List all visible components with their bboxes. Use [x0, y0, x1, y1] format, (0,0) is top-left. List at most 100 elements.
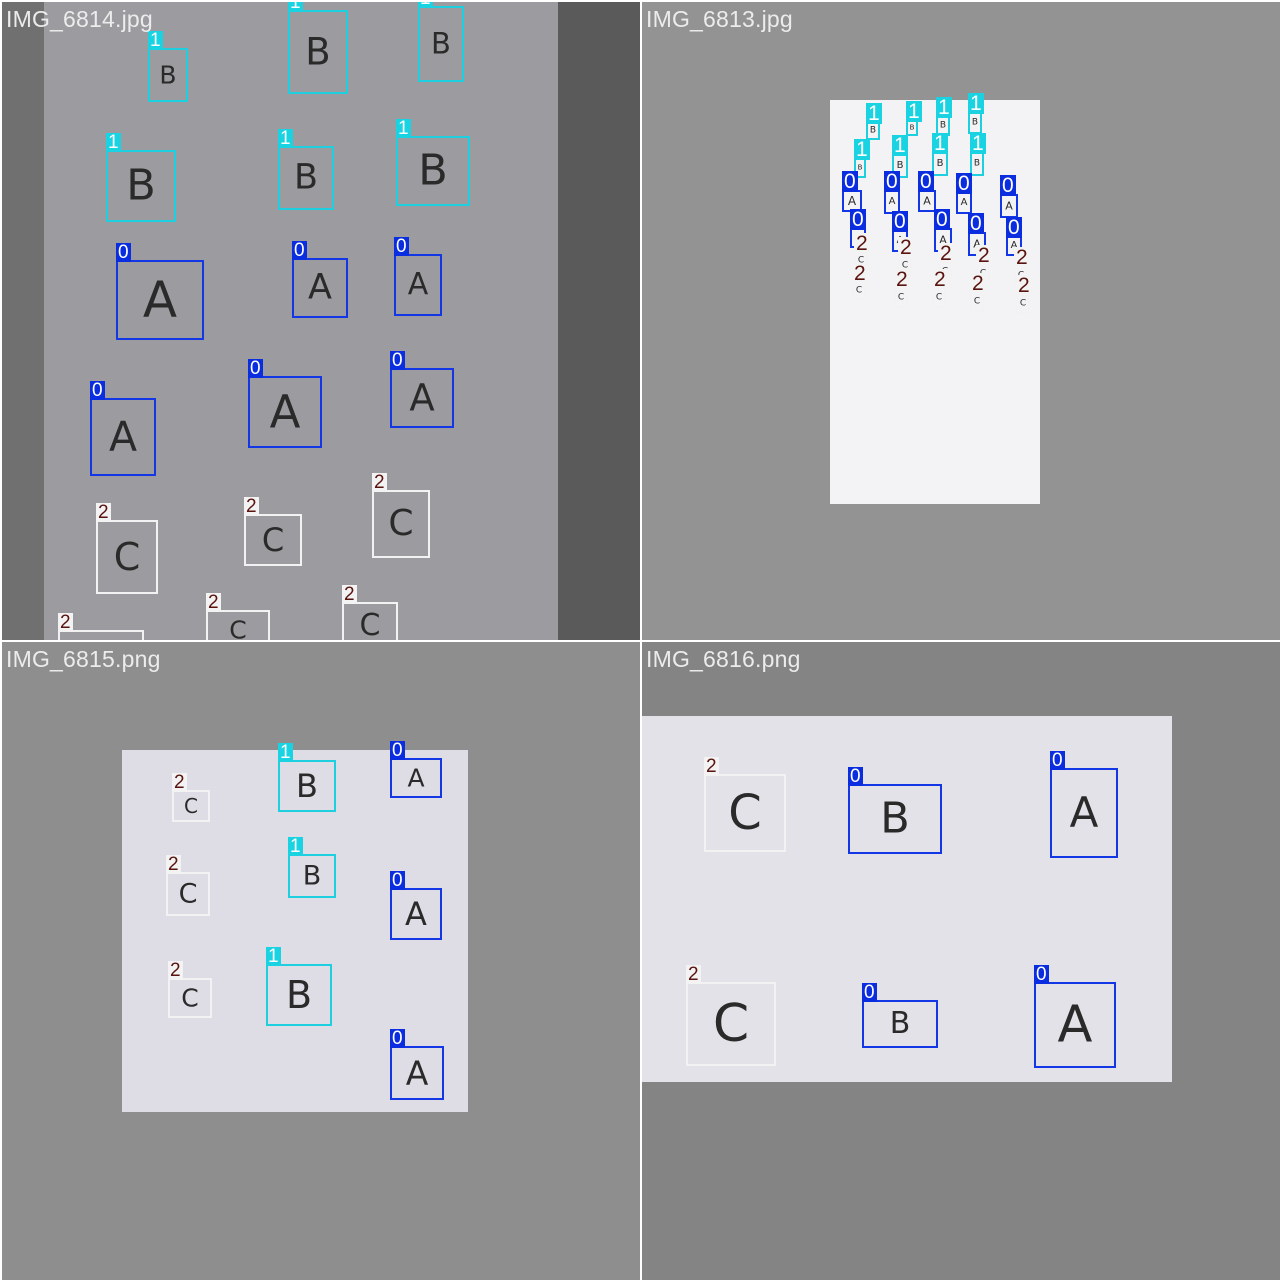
- detection-box: B0: [848, 767, 942, 854]
- class-label: 2: [938, 242, 954, 265]
- class-label: 0: [934, 208, 950, 231]
- class-label: 1: [932, 132, 948, 155]
- detection-box: B1: [106, 133, 176, 222]
- handwritten-letter: C: [184, 794, 198, 818]
- detection-box: B1: [278, 129, 334, 210]
- handwritten-letter: A: [923, 194, 931, 208]
- handwritten-letter: C: [359, 608, 381, 641]
- handwritten-letter: A: [407, 267, 429, 302]
- handwritten-letter: B: [159, 60, 177, 90]
- class-label: 0: [956, 172, 972, 195]
- class-label: 0: [884, 170, 900, 193]
- class-label: 1: [892, 134, 908, 157]
- handwritten-letter: B: [285, 973, 313, 1017]
- detection-box: C2: [704, 757, 786, 852]
- class-label: 1: [854, 138, 870, 161]
- class-label: 0: [1050, 750, 1065, 771]
- detection-box: C2: [372, 473, 430, 558]
- handwritten-letter: B: [431, 26, 451, 61]
- detection-box: B0: [862, 983, 938, 1048]
- detection-box: A0: [1000, 175, 1018, 218]
- handwritten-letter: A: [405, 1053, 429, 1093]
- handwritten-letter: B: [889, 1006, 911, 1041]
- handwritten-letter: A: [308, 267, 332, 308]
- class-label: 0: [390, 870, 405, 891]
- detection-box: A0: [390, 871, 442, 940]
- handwritten-letter: B: [296, 767, 318, 805]
- class-label: 1: [396, 118, 411, 139]
- detection-box: B1: [266, 947, 332, 1026]
- detection-box: B1: [288, 2, 348, 94]
- detection-box: A0: [390, 1029, 444, 1100]
- class-label: 2: [686, 964, 701, 985]
- handwritten-letter: C: [113, 535, 141, 579]
- class-label: 2: [932, 268, 948, 291]
- image-tile: C 2 B 1 A 0 C 2 B 1 A 0 C 2 B 1 A 0 IMG_6815.png: [2, 642, 640, 1280]
- detection-box: B1: [288, 837, 336, 898]
- class-label: 0: [390, 1028, 405, 1049]
- class-label: 0: [968, 212, 984, 235]
- detection-box: B1: [968, 93, 984, 134]
- class-label: 0: [1000, 174, 1016, 197]
- class-label: 0: [918, 170, 934, 193]
- handwritten-letter: B: [126, 160, 156, 211]
- class-label: 2: [166, 854, 181, 875]
- handwritten-letter: A: [1005, 199, 1013, 213]
- detection-box: B1: [866, 103, 882, 140]
- handwritten-letter: B: [302, 860, 322, 892]
- detection-box: A0: [292, 241, 348, 318]
- detection-box: A0: [1050, 751, 1118, 858]
- detection-box: A0: [956, 173, 972, 214]
- class-label: 2: [342, 584, 357, 605]
- detection-box: C2: [172, 773, 210, 822]
- detection-box: C2: [168, 961, 212, 1018]
- class-label: 1: [936, 96, 952, 119]
- class-label: 2: [976, 244, 992, 267]
- detection-box: C2: [166, 855, 210, 916]
- handwritten-letter: A: [1057, 995, 1093, 1055]
- handwritten-letter: A: [847, 194, 857, 208]
- handwritten-letter: B: [418, 145, 448, 196]
- class-label: 0: [390, 740, 405, 761]
- detection-box: B1: [396, 119, 470, 206]
- detection-box: C2: [852, 263, 868, 300]
- class-label: 0: [394, 236, 409, 257]
- class-label: 1: [148, 30, 163, 51]
- handwritten-letter: B: [939, 120, 947, 131]
- class-label: 1: [418, 2, 433, 8]
- class-label: 2: [894, 268, 910, 291]
- image-tile: C 2 B 0 A 0 C 2 B 0 A 0 IMG_6816.png: [642, 642, 1280, 1280]
- class-label: 1: [106, 132, 121, 153]
- class-label: 0: [116, 242, 131, 263]
- class-label: 1: [970, 132, 986, 155]
- detection-box: B1: [418, 2, 464, 82]
- handwritten-letter: A: [1069, 788, 1099, 837]
- handwritten-letter: C: [973, 296, 981, 307]
- class-label: 0: [292, 240, 307, 261]
- handwritten-letter: C: [935, 292, 943, 303]
- class-label: 1: [266, 946, 281, 967]
- class-label: 0: [842, 170, 858, 193]
- class-label: 2: [58, 612, 73, 633]
- detection-box: C2: [342, 585, 398, 641]
- class-label: 1: [278, 742, 293, 763]
- class-label: 0: [1034, 964, 1049, 985]
- detection-box: B1: [932, 133, 948, 176]
- handwritten-letter: C: [178, 878, 198, 910]
- class-label: 0: [862, 982, 877, 1003]
- image-filename: IMG_6816.png: [646, 646, 801, 672]
- detection-box: A0: [394, 237, 442, 316]
- detection-box: A0: [90, 381, 156, 476]
- handwritten-letter: A: [108, 412, 138, 461]
- class-label: 2: [1016, 274, 1032, 297]
- handwritten-letter: C: [855, 285, 863, 296]
- class-label: 0: [248, 358, 263, 379]
- handwritten-letter: A: [960, 197, 968, 208]
- class-label: 2: [970, 272, 986, 295]
- detection-box: B1: [148, 31, 188, 102]
- class-label: 2: [168, 960, 183, 981]
- class-label: 0: [1006, 216, 1022, 239]
- class-label: 2: [1014, 246, 1030, 269]
- handwritten-letter: C: [229, 615, 247, 641]
- handwritten-letter: B: [293, 157, 318, 198]
